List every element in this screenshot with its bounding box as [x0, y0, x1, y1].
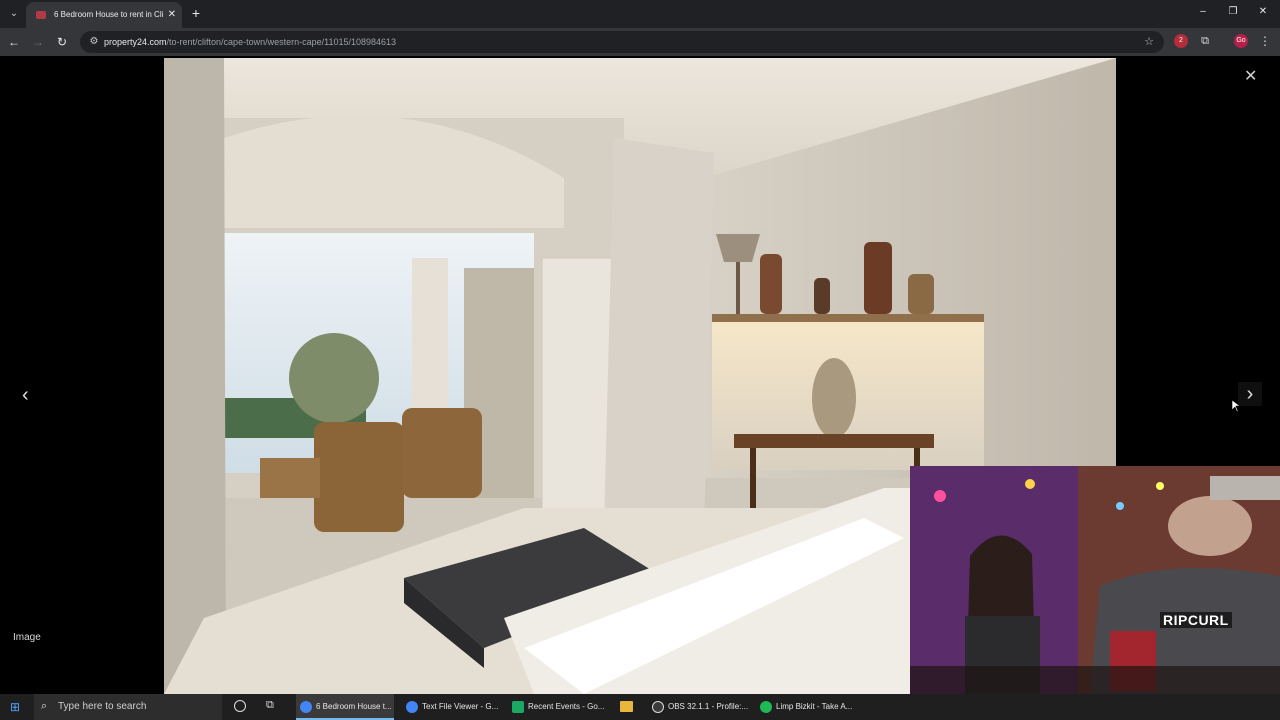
extension-badge-icon[interactable]: 2	[1174, 34, 1188, 48]
chrome-icon	[406, 701, 418, 713]
taskbar-item-chrome-property24[interactable]: 6 Bedroom House t...	[296, 694, 394, 720]
back-icon[interactable]: ←	[6, 34, 22, 50]
new-tab-button[interactable]: +	[188, 5, 204, 21]
image-caption: Image	[13, 632, 41, 643]
browser-menu-icon[interactable]: ⋮	[1258, 34, 1272, 48]
forward-icon[interactable]: →	[30, 34, 46, 50]
mouse-pointer-icon	[1232, 400, 1240, 412]
next-image-icon[interactable]: ›	[1238, 382, 1262, 406]
url-text[interactable]: property24.com/to-rent/clifton/cape-town…	[104, 31, 396, 53]
close-viewer-icon[interactable]: ✕	[1244, 66, 1257, 86]
taskbar-item-obs[interactable]: OBS 32.1.1 - Profile:...	[648, 694, 748, 720]
cortana-icon[interactable]	[234, 700, 246, 712]
browser-tab-active[interactable]: 6 Bedroom House to rent in Cli ✕	[26, 2, 182, 28]
windows-taskbar: ⊞ ⌕ Type here to search ⧉ 6 Bedroom Hous…	[0, 694, 1280, 720]
taskbar-item-spotify[interactable]: Limp Bizkit - Take A...	[756, 694, 856, 720]
task-view-icon[interactable]: ⧉	[266, 699, 274, 712]
webcam-overlay	[910, 466, 1280, 694]
bookmark-star-icon[interactable]: ☆	[1144, 35, 1154, 48]
tab-close-icon[interactable]: ✕	[168, 2, 176, 28]
restore-icon[interactable]: ❐	[1226, 6, 1240, 17]
reload-icon[interactable]: ↻	[54, 34, 70, 50]
browser-toolbar: ← → ↻ ⚙ property24.com/to-rent/clifton/c…	[0, 28, 1280, 56]
extensions-puzzle-icon[interactable]: ⧉	[1198, 34, 1212, 48]
obs-icon	[652, 701, 664, 713]
spotify-icon	[760, 701, 772, 713]
taskbar-item-recent-events[interactable]: Recent Events - Go...	[508, 694, 606, 720]
search-icon: ⌕	[41, 700, 48, 712]
file-explorer-icon[interactable]	[620, 701, 633, 712]
tab-title: 6 Bedroom House to rent in Cli	[54, 10, 164, 19]
webcam-tshirt-text: RIPCURL	[1160, 612, 1232, 628]
property24-favicon-icon	[36, 11, 46, 19]
browser-tab-bar: ⌄ 6 Bedroom House to rent in Cli ✕ + – ❐…	[0, 0, 1280, 28]
chrome-icon	[300, 701, 312, 713]
windows-start-icon[interactable]: ⊞	[8, 700, 22, 714]
minimize-icon[interactable]: –	[1196, 6, 1210, 17]
site-info-icon[interactable]: ⚙	[88, 36, 100, 48]
app-icon	[512, 701, 524, 713]
taskbar-item-text-file-viewer[interactable]: Text File Viewer - G...	[402, 694, 500, 720]
previous-image-icon[interactable]: ‹	[22, 384, 29, 407]
taskbar-search-placeholder: Type here to search	[58, 701, 147, 712]
tab-search-chevron-icon[interactable]: ⌄	[6, 6, 22, 22]
address-bar[interactable]: ⚙ property24.com/to-rent/clifton/cape-to…	[80, 31, 1164, 53]
window-close-icon[interactable]: ✕	[1256, 6, 1270, 17]
profile-avatar[interactable]: Go	[1234, 34, 1248, 48]
taskbar-search-box[interactable]: ⌕ Type here to search	[34, 694, 222, 720]
